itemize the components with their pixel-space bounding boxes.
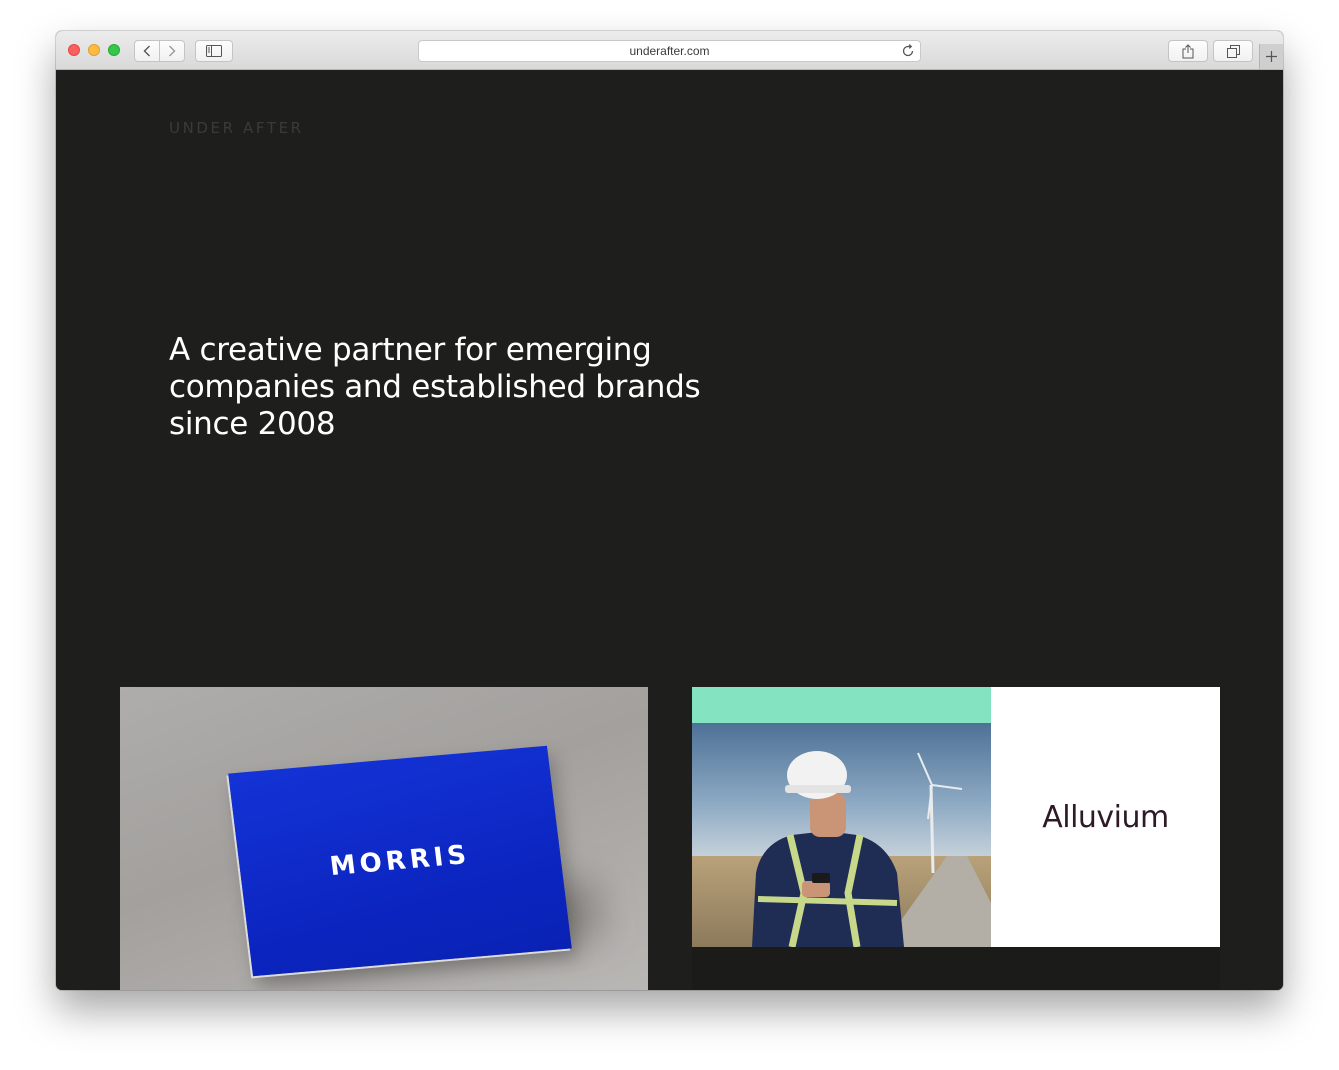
show-tabs-button[interactable] xyxy=(1213,40,1253,62)
chevron-right-icon xyxy=(169,45,176,57)
accent-band xyxy=(692,687,991,723)
worker-photo xyxy=(692,723,991,947)
reload-icon[interactable] xyxy=(901,44,915,58)
sidebar-toggle-button[interactable] xyxy=(195,40,233,62)
hero-headline: A creative partner for emerging companie… xyxy=(169,332,729,443)
minimize-window-button[interactable] xyxy=(88,44,100,56)
address-bar[interactable]: underafter.com xyxy=(418,40,921,62)
tabs-icon xyxy=(1226,44,1240,58)
project-brand-name: MORRIS xyxy=(328,839,472,883)
back-button[interactable] xyxy=(135,41,159,61)
share-button[interactable] xyxy=(1168,40,1208,62)
site-logo[interactable]: UNDER AFTER xyxy=(169,119,304,137)
morris-business-card-image: MORRIS xyxy=(228,745,572,977)
browser-toolbar: underafter.com xyxy=(56,31,1283,70)
sidebar-icon xyxy=(206,45,222,57)
project-card-caption-area xyxy=(692,947,1220,990)
browser-window: underafter.com UNDER AFTER A creative pa… xyxy=(56,31,1283,990)
project-card-morris[interactable]: MORRIS xyxy=(120,687,648,990)
hero-line: A creative partner for emerging xyxy=(169,332,652,368)
forward-button[interactable] xyxy=(159,41,184,61)
plus-icon xyxy=(1266,51,1277,62)
project-card-alluvium[interactable]: Alluvium xyxy=(692,687,1220,947)
hero-line: since 2008 xyxy=(169,406,336,442)
project-brand-name: Alluvium xyxy=(1042,799,1169,835)
share-icon xyxy=(1182,43,1194,58)
chevron-left-icon xyxy=(143,45,150,57)
new-tab-button[interactable] xyxy=(1259,44,1283,69)
close-window-button[interactable] xyxy=(68,44,80,56)
hero-line: companies and established brands xyxy=(169,369,701,405)
navigation-buttons xyxy=(134,40,185,62)
zoom-window-button[interactable] xyxy=(108,44,120,56)
address-url: underafter.com xyxy=(629,44,710,58)
page-viewport: UNDER AFTER A creative partner for emerg… xyxy=(56,70,1283,990)
